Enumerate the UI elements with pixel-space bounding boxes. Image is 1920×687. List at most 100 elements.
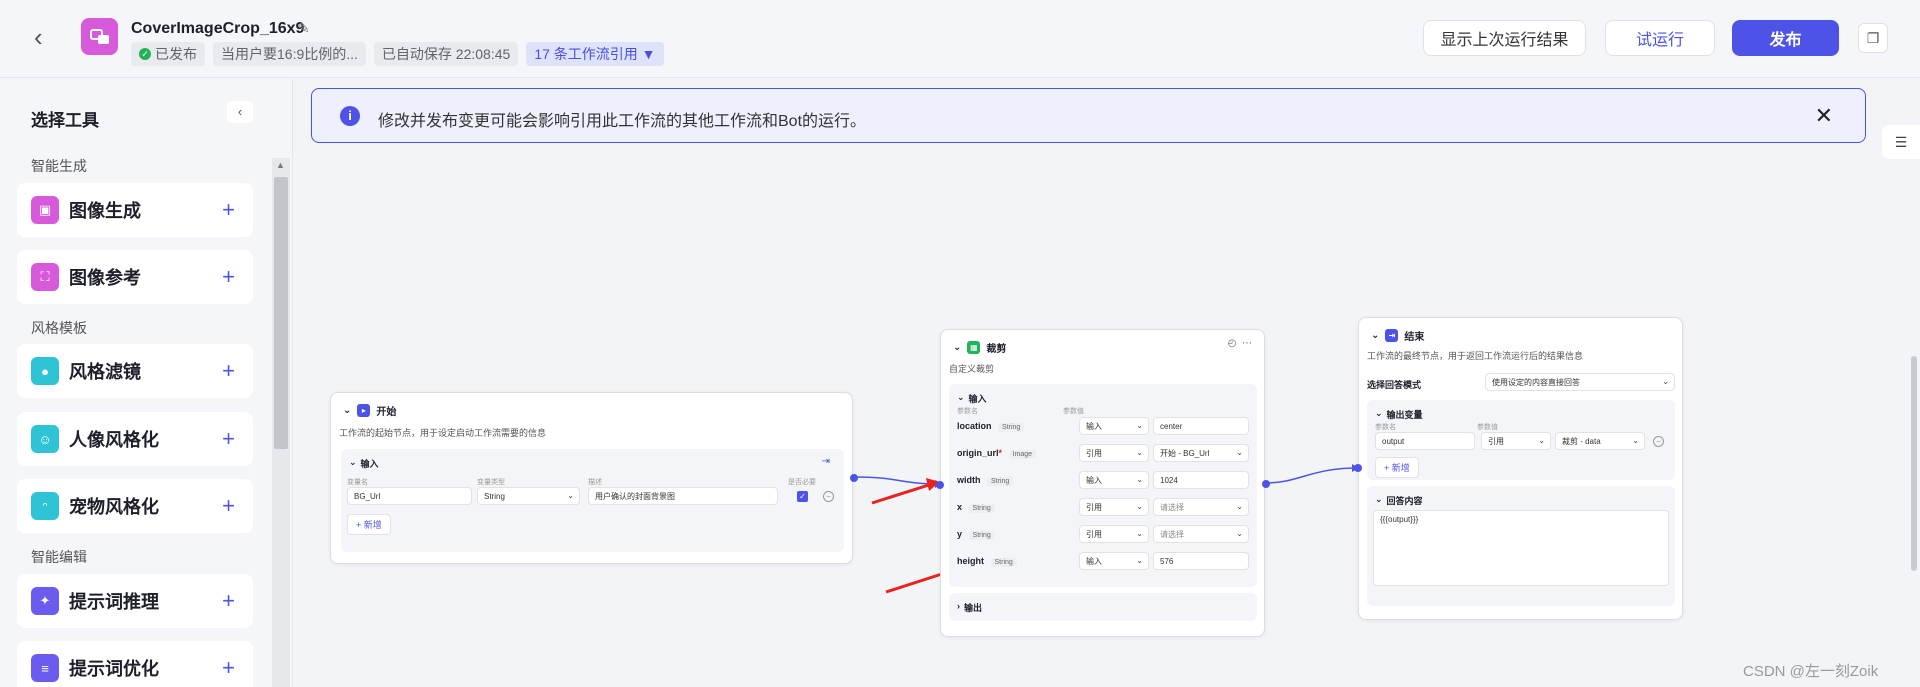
chevron-down-icon[interactable]: ⌄	[953, 342, 961, 353]
start-output-port[interactable]	[850, 474, 858, 482]
col-param-value: 参数值	[1477, 424, 1498, 431]
chevron-down-icon[interactable]: ⌄	[343, 405, 351, 416]
add-output-var-button[interactable]: + 新增	[1375, 457, 1419, 478]
param-x-label: x String	[957, 502, 995, 513]
chevron-right-icon[interactable]: ›	[957, 601, 960, 614]
param-width-value[interactable]: 1024	[1153, 471, 1249, 489]
param-x-value[interactable]: 请选择 ⌄	[1153, 498, 1249, 516]
import-icon[interactable]: ⇥	[822, 456, 830, 467]
crop-node-header: ⌄ ▦ 裁剪	[953, 341, 1007, 355]
param-type-tag: String	[990, 558, 1017, 567]
chevron-down-icon: ⌄	[1236, 529, 1243, 538]
chevron-down-icon: ⌄	[1538, 436, 1545, 445]
param-type-tag: String	[998, 423, 1025, 432]
param-height-value[interactable]: 576	[1153, 552, 1249, 570]
required-checkbox[interactable]: ✓	[797, 491, 808, 502]
chevron-down-icon[interactable]: ⌄	[349, 457, 357, 470]
param-type-tag: String	[968, 504, 995, 513]
add-variable-button[interactable]: + 新增	[347, 514, 391, 535]
param-height-mode[interactable]: 输入 ⌄	[1079, 552, 1149, 570]
watermark: CSDN @左一刻Zoik	[1743, 663, 1879, 680]
param-type-tag: Image	[1008, 450, 1037, 459]
chevron-down-icon[interactable]: ⌄	[1371, 330, 1379, 341]
chevron-down-icon[interactable]: ⌄	[957, 392, 965, 405]
start-node-desc: 工作流的起始节点，用于设定启动工作流需要的信息	[339, 428, 547, 438]
run-node-icon[interactable]: ◴	[1228, 338, 1237, 349]
param-location-mode[interactable]: 输入 ⌄	[1079, 417, 1149, 435]
node-actions: ◴ ⋯	[1228, 338, 1252, 349]
param-location-label: location String	[957, 421, 1025, 432]
chevron-down-icon: ⌄	[1236, 502, 1243, 511]
wire-crop-to-end	[1264, 467, 1359, 484]
param-origin-url-value[interactable]: 开始 - BG_Url ⌄	[1153, 444, 1249, 462]
chevron-down-icon[interactable]: ⌄	[1375, 494, 1383, 507]
param-height-label: height String	[957, 556, 1017, 567]
col-param-value: 参数值	[1063, 408, 1084, 415]
output-var-mode[interactable]: 引用 ⌄	[1481, 432, 1551, 450]
output-var-value[interactable]: 裁剪 - data ⌄	[1555, 432, 1645, 450]
chevron-down-icon: ⌄	[1632, 436, 1639, 445]
output-vars-section: ⌄ 输出变量 参数名 参数值 output 引用 ⌄ 裁剪 - data ⌄ − + …	[1367, 400, 1675, 480]
chevron-down-icon: ⌄	[1136, 475, 1143, 484]
end-node[interactable]: ⌄ ⇥ 结束 工作流的最终节点，用于返回工作流运行后的结果信息 选择回答模式 使用设…	[1354, 317, 1683, 620]
answer-content-title: ⌄ 回答内容	[1375, 494, 1423, 507]
answer-mode-select[interactable]: 使用设定的内容直接回答 ⌄	[1485, 373, 1675, 391]
chevron-down-icon: ⌄	[1662, 377, 1669, 386]
chevron-down-icon: ⌄	[1136, 448, 1143, 457]
param-type-tag: String	[968, 531, 995, 540]
crop-output-section[interactable]: › 输出	[949, 593, 1257, 621]
annotation-arrow-width	[871, 482, 933, 505]
var-type-select[interactable]: String ⌄	[477, 487, 580, 505]
crop-input-port[interactable]	[936, 481, 944, 489]
col-var-name: 变量名	[347, 479, 368, 486]
chevron-down-icon: ⌄	[1136, 421, 1143, 430]
param-type-tag: String	[987, 477, 1014, 486]
crop-node-icon: ▦	[967, 341, 981, 354]
start-node-header: ⌄ ▸ 开始	[343, 404, 397, 418]
answer-mode-label: 选择回答模式	[1367, 380, 1422, 390]
col-param-name: 参数名	[1375, 424, 1396, 431]
chevron-down-icon: ⌄	[567, 491, 574, 500]
remove-icon[interactable]: −	[823, 491, 834, 502]
end-node-header: ⌄ ⇥ 结束	[1371, 329, 1425, 343]
param-location-value[interactable]: center	[1153, 417, 1249, 435]
end-node-desc: 工作流的最终节点，用于返回工作流运行后的结果信息	[1367, 351, 1584, 361]
chevron-down-icon: ⌄	[1136, 556, 1143, 565]
param-y-label: y String	[957, 529, 995, 540]
chevron-down-icon: ⌄	[1136, 529, 1143, 538]
chevron-down-icon: ⌄	[1236, 448, 1243, 457]
param-width-mode[interactable]: 输入 ⌄	[1079, 471, 1149, 489]
annotation-arrow-height	[885, 570, 949, 594]
param-width-label: width String	[957, 475, 1014, 486]
output-vars-title: ⌄ 输出变量	[1375, 408, 1423, 421]
crop-input-section: ⌄ 输入 参数名 参数值 location String 输入 ⌄ center o…	[949, 384, 1257, 587]
col-required: 是否必要	[788, 479, 816, 486]
more-icon[interactable]: ⋯	[1242, 338, 1252, 349]
answer-content-section: ⌄ 回答内容 {{{output}}}	[1367, 486, 1675, 606]
output-section-title: › 输出	[957, 601, 983, 614]
col-param-name: 参数名	[957, 408, 978, 415]
crop-output-port[interactable]	[1262, 480, 1270, 488]
param-y-mode[interactable]: 引用 ⌄	[1079, 525, 1149, 543]
crop-node[interactable]: ⌄ ▦ 裁剪 ◴ ⋯ 自定义裁剪 ⌄ 输入 参数名 参数值 location Stri…	[936, 329, 1270, 637]
crop-node-desc: 自定义裁剪	[949, 364, 995, 374]
start-node[interactable]: ⌄ ▸ 开始 工作流的起始节点，用于设定启动工作流需要的信息 ⌄ 输入 ⇥ 变量名 变…	[330, 392, 858, 564]
param-y-value[interactable]: 请选择 ⌄	[1153, 525, 1249, 543]
chevron-down-icon[interactable]: ⌄	[1375, 408, 1383, 421]
input-section-title: ⌄ 输入	[349, 457, 379, 470]
end-input-port[interactable]	[1354, 464, 1362, 472]
col-var-type: 变量类型	[477, 479, 505, 486]
output-var-name-input[interactable]: output	[1375, 432, 1475, 450]
start-node-icon: ▸	[357, 404, 371, 417]
col-desc: 描述	[588, 479, 602, 486]
var-name-input[interactable]: BG_Url	[347, 487, 472, 505]
input-section-title: ⌄ 输入	[957, 392, 987, 405]
param-origin-url-label: origin_url* Image	[957, 448, 1037, 459]
end-node-icon: ⇥	[1385, 329, 1399, 342]
remove-icon[interactable]: −	[1653, 436, 1664, 447]
chevron-down-icon: ⌄	[1136, 502, 1143, 511]
answer-content-textarea[interactable]: {{{output}}}	[1373, 510, 1669, 586]
param-x-mode[interactable]: 引用 ⌄	[1079, 498, 1149, 516]
param-origin-url-mode[interactable]: 引用 ⌄	[1079, 444, 1149, 462]
var-desc-input[interactable]: 用户确认的封面背景图	[588, 487, 778, 505]
